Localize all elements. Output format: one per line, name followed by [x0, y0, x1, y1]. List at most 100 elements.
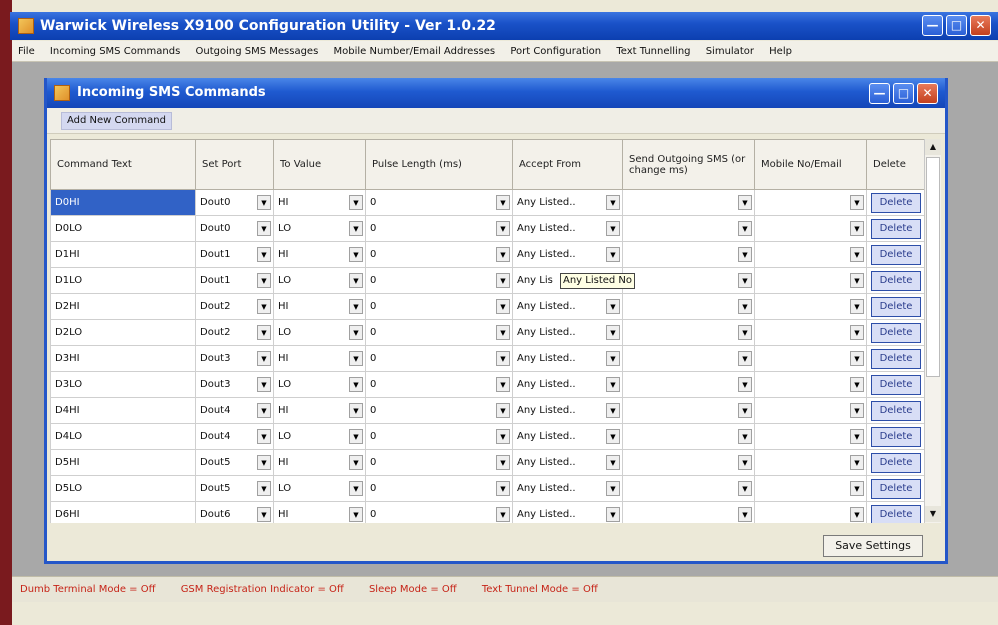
- command-text-cell[interactable]: D0HI: [50, 189, 196, 216]
- column-header-pulse-length[interactable]: Pulse Length (ms): [365, 139, 513, 190]
- set-port-cell[interactable]: Dout6 ▼: [195, 501, 274, 523]
- delete-cell[interactable]: Delete: [866, 475, 924, 502]
- chevron-down-icon[interactable]: ▼: [257, 351, 271, 366]
- scroll-thumb[interactable]: [926, 157, 940, 377]
- mobile-cell[interactable]: ▼: [754, 293, 867, 320]
- send-outgoing-cell[interactable]: ▼: [622, 475, 755, 502]
- chevron-down-icon[interactable]: ▼: [606, 325, 620, 340]
- chevron-down-icon[interactable]: ▼: [496, 325, 510, 340]
- accept-from-cell[interactable]: Any Listed.. ▼: [512, 189, 623, 216]
- chevron-down-icon[interactable]: ▼: [606, 429, 620, 444]
- command-text-cell[interactable]: D1LO: [50, 267, 196, 294]
- accept-from-cell[interactable]: Any Listed.. ▼: [512, 215, 623, 242]
- child-title-bar[interactable]: Incoming SMS Commands — □ ✕: [47, 78, 945, 108]
- accept-from-cell[interactable]: Any Listed.. ▼: [512, 449, 623, 476]
- chevron-down-icon[interactable]: ▼: [606, 195, 620, 210]
- chevron-down-icon[interactable]: ▼: [850, 481, 864, 496]
- chevron-down-icon[interactable]: ▼: [606, 403, 620, 418]
- send-outgoing-cell[interactable]: ▼: [622, 423, 755, 450]
- mobile-cell[interactable]: ▼: [754, 319, 867, 346]
- menu-outgoing-sms[interactable]: Outgoing SMS Messages: [190, 41, 325, 62]
- command-text-cell[interactable]: D5LO: [50, 475, 196, 502]
- pulse-length-cell[interactable]: 0 ▼: [365, 397, 513, 424]
- send-outgoing-cell[interactable]: ▼: [622, 449, 755, 476]
- set-port-cell[interactable]: Dout3 ▼: [195, 371, 274, 398]
- send-outgoing-cell[interactable]: ▼: [622, 371, 755, 398]
- chevron-down-icon[interactable]: ▼: [496, 195, 510, 210]
- set-port-cell[interactable]: Dout2 ▼: [195, 319, 274, 346]
- delete-button[interactable]: Delete: [871, 296, 921, 317]
- to-value-cell[interactable]: LO ▼: [273, 371, 366, 398]
- delete-button[interactable]: Delete: [871, 244, 921, 265]
- column-header-mobile[interactable]: Mobile No/Email: [754, 139, 867, 190]
- command-text-cell[interactable]: D5HI: [50, 449, 196, 476]
- delete-cell[interactable]: Delete: [866, 241, 924, 268]
- delete-cell[interactable]: Delete: [866, 293, 924, 320]
- pulse-length-cell[interactable]: 0 ▼: [365, 423, 513, 450]
- delete-cell[interactable]: Delete: [866, 215, 924, 242]
- chevron-down-icon[interactable]: ▼: [257, 481, 271, 496]
- chevron-down-icon[interactable]: ▼: [349, 195, 363, 210]
- chevron-down-icon[interactable]: ▼: [606, 299, 620, 314]
- send-outgoing-cell[interactable]: ▼: [622, 293, 755, 320]
- to-value-cell[interactable]: HI ▼: [273, 501, 366, 523]
- menu-port-config[interactable]: Port Configuration: [504, 41, 607, 62]
- pulse-length-cell[interactable]: 0 ▼: [365, 371, 513, 398]
- chevron-down-icon[interactable]: ▼: [850, 351, 864, 366]
- send-outgoing-cell[interactable]: ▼: [622, 319, 755, 346]
- chevron-down-icon[interactable]: ▼: [349, 325, 363, 340]
- set-port-cell[interactable]: Dout3 ▼: [195, 345, 274, 372]
- delete-button[interactable]: Delete: [871, 452, 921, 473]
- delete-button[interactable]: Delete: [871, 218, 921, 239]
- delete-cell[interactable]: Delete: [866, 267, 924, 294]
- chevron-down-icon[interactable]: ▼: [850, 507, 864, 522]
- send-outgoing-cell[interactable]: ▼: [622, 397, 755, 424]
- to-value-cell[interactable]: LO ▼: [273, 423, 366, 450]
- chevron-down-icon[interactable]: ▼: [738, 325, 752, 340]
- mobile-cell[interactable]: ▼: [754, 397, 867, 424]
- vertical-scrollbar[interactable]: ▲ ▼: [924, 139, 941, 523]
- chevron-down-icon[interactable]: ▼: [496, 221, 510, 236]
- chevron-down-icon[interactable]: ▼: [496, 455, 510, 470]
- chevron-down-icon[interactable]: ▼: [606, 455, 620, 470]
- send-outgoing-cell[interactable]: ▼: [622, 241, 755, 268]
- to-value-cell[interactable]: HI ▼: [273, 189, 366, 216]
- column-header-send-outgoing[interactable]: Send Outgoing SMS (or change ms): [622, 139, 755, 190]
- accept-from-cell[interactable]: Any Listed.. ▼: [512, 423, 623, 450]
- chevron-down-icon[interactable]: ▼: [738, 221, 752, 236]
- column-header-command-text[interactable]: Command Text: [50, 139, 196, 190]
- column-header-delete[interactable]: Delete: [866, 139, 924, 190]
- chevron-down-icon[interactable]: ▼: [738, 403, 752, 418]
- pulse-length-cell[interactable]: 0 ▼: [365, 475, 513, 502]
- send-outgoing-cell[interactable]: ▼: [622, 345, 755, 372]
- accept-from-cell[interactable]: Any Listed.. ▼: [512, 397, 623, 424]
- delete-button[interactable]: Delete: [871, 374, 921, 395]
- chevron-down-icon[interactable]: ▼: [496, 481, 510, 496]
- mobile-cell[interactable]: ▼: [754, 371, 867, 398]
- delete-button[interactable]: Delete: [871, 192, 921, 213]
- chevron-down-icon[interactable]: ▼: [850, 455, 864, 470]
- mobile-cell[interactable]: ▼: [754, 189, 867, 216]
- column-header-accept-from[interactable]: Accept From: [512, 139, 623, 190]
- command-text-cell[interactable]: D0LO: [50, 215, 196, 242]
- chevron-down-icon[interactable]: ▼: [738, 429, 752, 444]
- chevron-down-icon[interactable]: ▼: [738, 273, 752, 288]
- chevron-down-icon[interactable]: ▼: [257, 403, 271, 418]
- delete-cell[interactable]: Delete: [866, 449, 924, 476]
- to-value-cell[interactable]: LO ▼: [273, 475, 366, 502]
- send-outgoing-cell[interactable]: ▼: [622, 189, 755, 216]
- chevron-down-icon[interactable]: ▼: [850, 377, 864, 392]
- delete-cell[interactable]: Delete: [866, 371, 924, 398]
- command-text-cell[interactable]: D6HI: [50, 501, 196, 523]
- chevron-down-icon[interactable]: ▼: [257, 273, 271, 288]
- chevron-down-icon[interactable]: ▼: [738, 377, 752, 392]
- delete-button[interactable]: Delete: [871, 348, 921, 369]
- command-text-cell[interactable]: D4HI: [50, 397, 196, 424]
- delete-cell[interactable]: Delete: [866, 189, 924, 216]
- chevron-down-icon[interactable]: ▼: [257, 325, 271, 340]
- chevron-down-icon[interactable]: ▼: [257, 299, 271, 314]
- set-port-cell[interactable]: Dout0 ▼: [195, 189, 274, 216]
- chevron-down-icon[interactable]: ▼: [257, 247, 271, 262]
- column-header-set-port[interactable]: Set Port: [195, 139, 274, 190]
- chevron-down-icon[interactable]: ▼: [496, 273, 510, 288]
